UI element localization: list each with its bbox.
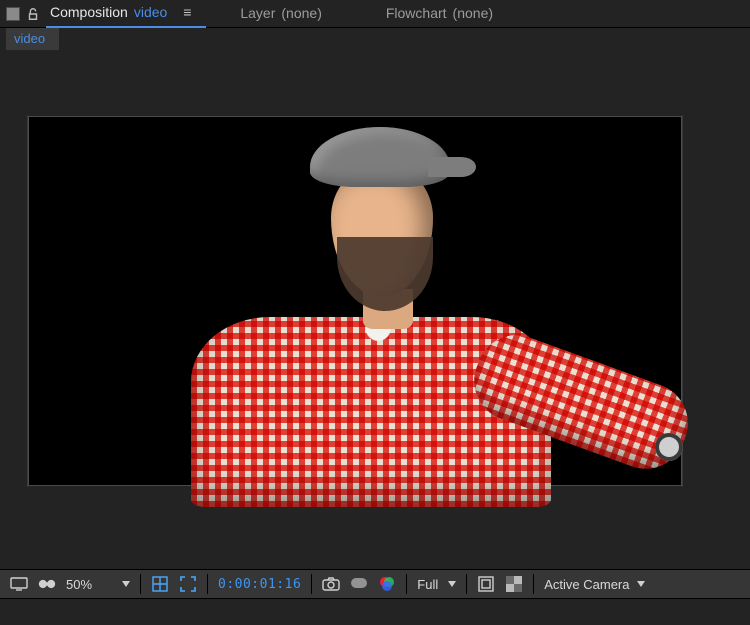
resolution-grid-icon[interactable]: [151, 575, 169, 593]
tab-layer[interactable]: Layer (none): [236, 0, 336, 28]
tab-composition-name: video: [134, 4, 167, 20]
divider: [140, 574, 141, 594]
show-snapshot-icon[interactable]: [350, 575, 368, 593]
current-timecode[interactable]: 0:00:01:16: [218, 577, 301, 592]
camera-value: Active Camera: [544, 577, 629, 592]
composition-breadcrumb-bar: video: [0, 28, 750, 54]
zoom-select[interactable]: 50%: [66, 577, 130, 592]
goggles-icon[interactable]: [38, 575, 56, 593]
monitor-icon[interactable]: [10, 575, 28, 593]
color-management-icon[interactable]: [378, 575, 396, 593]
tab-flowchart-detail: (none): [453, 5, 493, 21]
tab-flowchart[interactable]: Flowchart (none): [382, 0, 507, 28]
resolution-value: Full: [417, 577, 438, 592]
chevron-down-icon: [122, 581, 130, 587]
snapshot-icon[interactable]: [322, 575, 340, 593]
viewer-footer: 50% 0:00:01:16: [0, 569, 750, 625]
tab-layer-detail: (none): [281, 5, 321, 21]
divider: [466, 574, 467, 594]
chevron-down-icon: [448, 581, 456, 587]
transparency-grid-icon[interactable]: [505, 575, 523, 593]
camera-select[interactable]: Active Camera: [544, 577, 645, 592]
panel-tab-strip: Composition video ≡ Layer (none) Flowcha…: [0, 0, 750, 28]
viewer-controls: 50% 0:00:01:16: [0, 569, 750, 599]
breadcrumb-comp[interactable]: video: [6, 28, 59, 50]
label-color-swatch: [6, 7, 20, 21]
region-of-interest-icon[interactable]: [179, 575, 197, 593]
breadcrumb-comp-label: video: [14, 31, 45, 46]
tab-flowchart-label: Flowchart: [386, 5, 447, 21]
canvas-frame[interactable]: [28, 116, 682, 486]
divider: [207, 574, 208, 594]
lock-icon[interactable]: [26, 7, 40, 21]
divider: [311, 574, 312, 594]
chevron-down-icon: [637, 581, 645, 587]
divider: [533, 574, 534, 594]
zoom-value: 50%: [66, 577, 112, 592]
composition-viewer[interactable]: [0, 54, 750, 569]
panel-menu-icon[interactable]: ≡: [183, 4, 192, 20]
preview-content: [95, 133, 615, 493]
tab-composition-label: Composition: [50, 4, 128, 20]
divider: [406, 574, 407, 594]
resolution-select[interactable]: Full: [417, 577, 456, 592]
safe-zones-icon[interactable]: [477, 575, 495, 593]
tab-layer-label: Layer: [240, 5, 275, 21]
tab-composition[interactable]: Composition video ≡: [46, 0, 206, 28]
